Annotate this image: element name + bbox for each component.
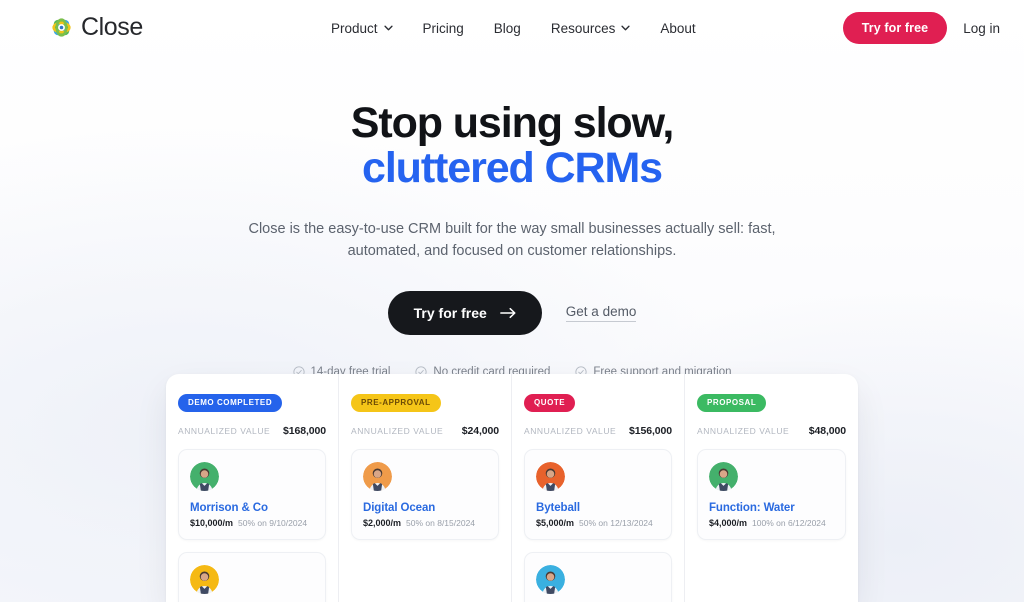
deal-meta: $5,000/m 50% on 12/13/2024 [536,518,660,528]
deal-card[interactable]: Byteball $5,000/m 50% on 12/13/2024 [524,448,672,540]
brand-name: Close [81,13,143,41]
deal-probability-date: 50% on 8/15/2024 [406,517,476,528]
deal-company-name[interactable]: Function: Water [709,502,834,514]
deal-card[interactable] [178,551,326,602]
deal-card[interactable] [524,551,672,602]
avatar-image [709,461,738,491]
nav-item-label: About [660,20,696,36]
deal-column: PROPOSAL ANNUALIZED VALUE $48,000 Function:… [685,374,858,602]
nav-try-for-free-button[interactable]: Try for free [842,12,948,44]
status-badge[interactable]: PRE-APPROVAL [351,393,441,412]
nav-item-label: Blog [493,20,521,36]
annualized-value-label: ANNUALIZED VALUE [524,425,617,436]
deal-column: PRE-APPROVAL ANNUALIZED VALUE $24,000 Digit… [339,374,512,602]
avatar [190,461,219,491]
hero-cta-row: Try for free Get a demo [0,291,1024,335]
avatar-image [536,564,565,594]
avatar-image [536,461,565,491]
chevron-down-icon [621,25,630,31]
avatar [363,461,392,491]
deal-company-name[interactable]: Digital Ocean [363,502,487,514]
deal-amount: $5,000/m [536,517,575,528]
arrow-right-icon [499,307,516,319]
nav-item-label: Product [331,20,378,36]
deals-pipeline-panel: DEMO COMPLETED ANNUALIZED VALUE $168,000 Mo… [166,374,858,602]
status-badge[interactable]: DEMO COMPLETED [178,393,283,412]
avatar-image [363,461,392,491]
status-badge[interactable]: QUOTE [524,393,576,412]
nav-item-blog[interactable]: Blog [479,21,536,36]
annualized-value-label: ANNUALIZED VALUE [697,425,790,436]
deal-company-name[interactable]: Byteball [536,502,660,514]
headline-line-1: Stop using slow, [350,99,675,147]
nav-item-label: Pricing [422,20,464,36]
top-navigation-bar: Close Product Pricing Blog Resources Abo… [0,0,1024,56]
avatar [536,564,565,594]
annualized-value-label: ANNUALIZED VALUE [178,425,271,436]
hero-subtitle: Close is the easy-to-use CRM built for t… [248,221,776,259]
annualized-value-amount: $48,000 [808,424,846,437]
landing-page: Close Product Pricing Blog Resources Abo… [0,0,1024,602]
nav-item-pricing[interactable]: Pricing [408,21,479,36]
avatar-image [190,461,219,491]
avatar [536,461,565,491]
deal-card[interactable]: Function: Water $4,000/m 100% on 6/12/2024 [697,448,846,540]
deal-column: DEMO COMPLETED ANNUALIZED VALUE $168,000 Mo… [166,374,339,602]
deal-meta: $10,000/m 50% on 9/10/2024 [190,518,314,528]
deal-card[interactable]: Digital Ocean $2,000/m 50% on 8/15/2024 [351,448,499,540]
annualized-value-amount: $24,000 [461,424,499,437]
deal-probability-date: 50% on 9/10/2024 [238,517,308,528]
deal-amount: $4,000/m [709,517,748,528]
login-link[interactable]: Log in [963,21,1000,36]
deal-meta: $4,000/m 100% on 6/12/2024 [709,518,834,528]
annualized-value-row: ANNUALIZED VALUE $156,000 [524,425,672,437]
annualized-value-amount: $156,000 [629,424,672,437]
deal-probability-date: 50% on 12/13/2024 [579,517,653,528]
status-badge[interactable]: PROPOSAL [697,393,767,412]
nav-links: Product Pricing Blog Resources About [316,0,711,56]
headline-line-2: cluttered CRMs [362,144,663,192]
avatar-image [190,564,219,594]
annualized-value-amount: $168,000 [283,424,326,437]
nav-item-product[interactable]: Product [316,21,408,36]
deal-amount: $10,000/m [190,517,234,528]
nav-item-about[interactable]: About [645,21,710,36]
chevron-down-icon [383,25,393,31]
deal-meta: $2,000/m 50% on 8/15/2024 [363,518,487,528]
hero-try-for-free-button[interactable]: Try for free [387,291,542,335]
deal-company-name[interactable]: Morrison & Co [190,502,314,514]
brand-logo[interactable]: Close [49,13,143,42]
page-title: Stop using slow, cluttered CRMs [0,101,1024,191]
get-a-demo-link[interactable]: Get a demo [565,304,637,322]
nav-actions: Try for free Log in [842,0,1000,56]
annualized-value-row: ANNUALIZED VALUE $24,000 [351,425,499,437]
deal-amount: $2,000/m [363,517,402,528]
hero-section: Stop using slow, cluttered CRMs Close is… [0,56,1024,379]
nav-item-resources[interactable]: Resources [536,21,646,36]
avatar [709,461,738,491]
deal-card[interactable]: Morrison & Co $10,000/m 50% on 9/10/2024 [178,448,326,540]
deal-probability-date: 100% on 6/12/2024 [752,517,826,528]
avatar [190,564,219,594]
hero-cta-label: Try for free [413,305,487,321]
annualized-value-row: ANNUALIZED VALUE $168,000 [178,425,326,437]
annualized-value-label: ANNUALIZED VALUE [351,425,444,436]
annualized-value-row: ANNUALIZED VALUE $48,000 [697,425,846,437]
deal-column: QUOTE ANNUALIZED VALUE $156,000 Byteball $5,… [512,374,685,602]
nav-item-label: Resources [550,20,616,36]
close-pinwheel-logo-icon [52,18,71,37]
